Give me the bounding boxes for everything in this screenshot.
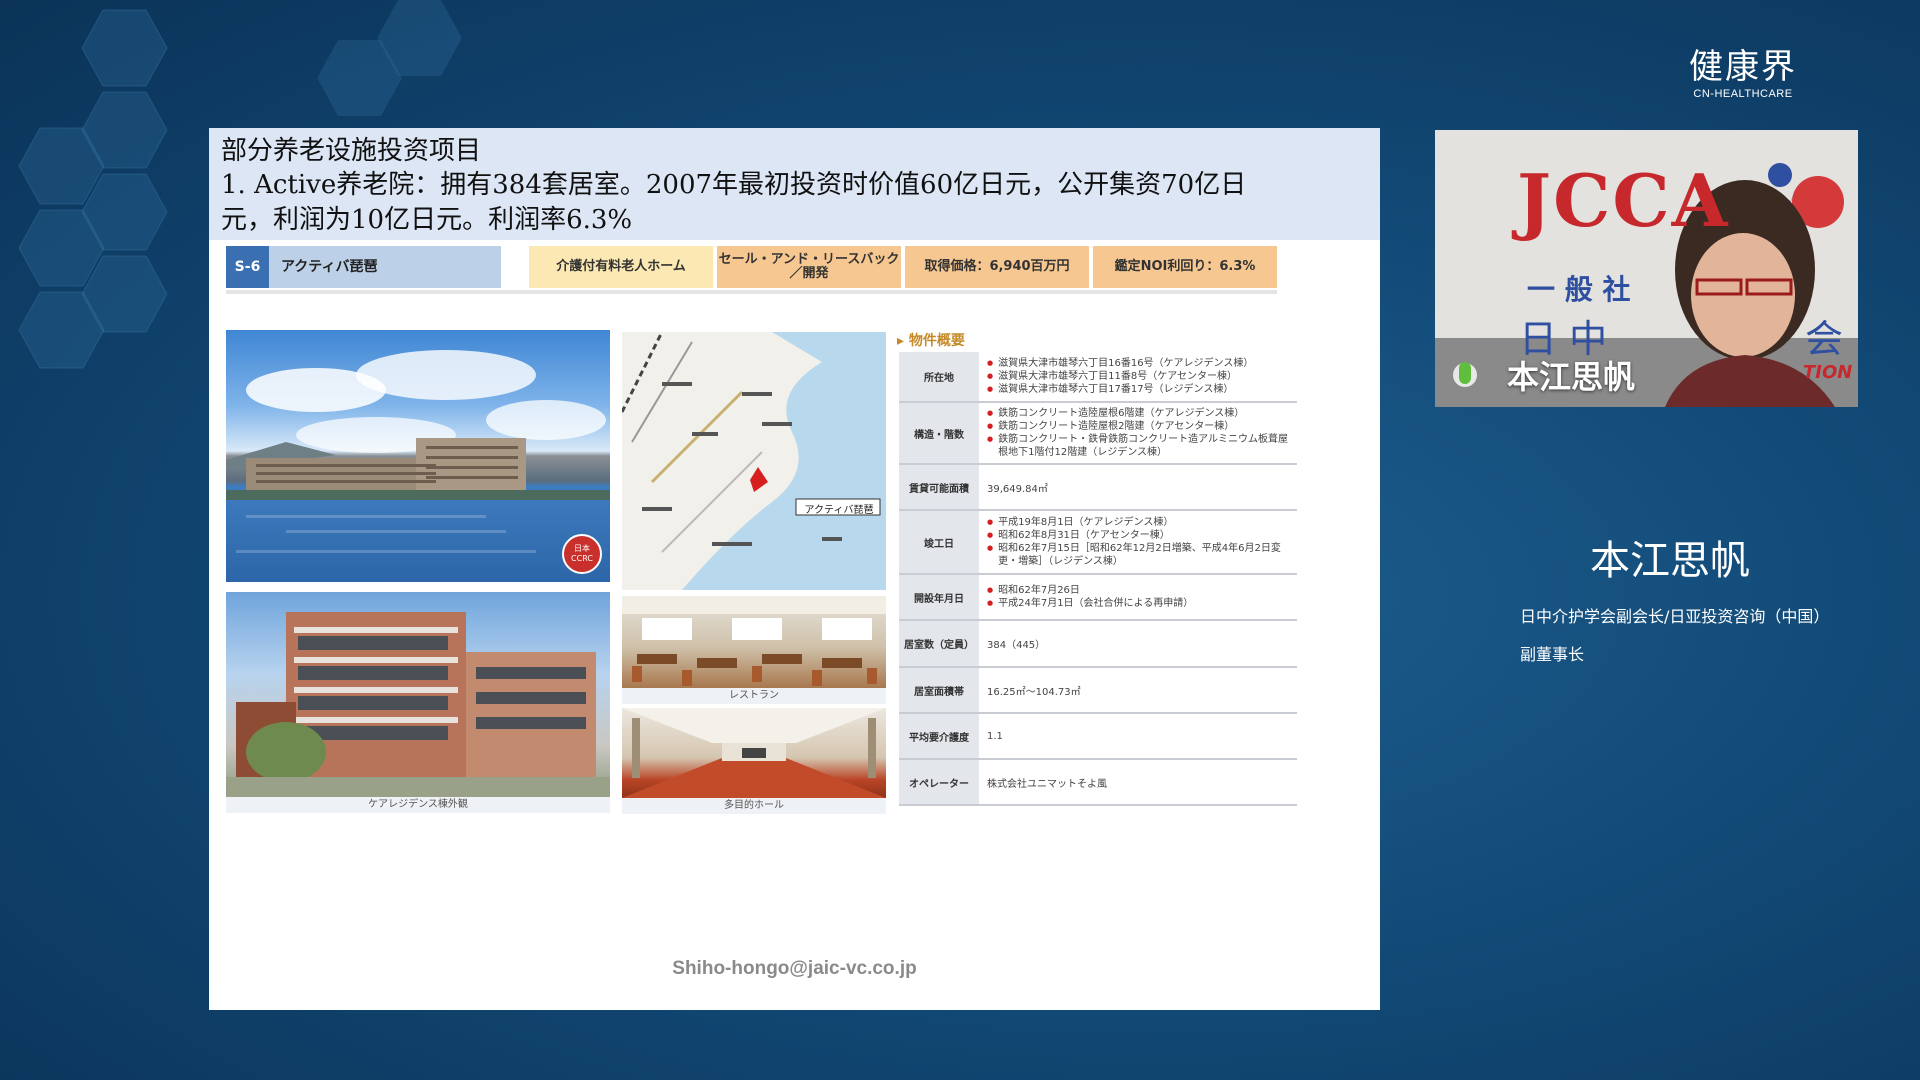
property-code-badge: S-6 <box>226 246 269 288</box>
brand-logo-en: CN-HEALTHCARE <box>1693 88 1793 100</box>
row-key: 居室面積帯 <box>899 668 979 712</box>
row-value: 39,649.84㎡ <box>979 465 1297 509</box>
row-text: 株式会社ユニマットそよ風 <box>987 778 1107 790</box>
table-row: 賃貸可能面積 39,649.84㎡ <box>899 465 1297 511</box>
speaker-name: 本江思帆 <box>1590 538 1750 584</box>
photo-multipurpose-hall-art <box>622 708 886 798</box>
brand-logo: 健康界 CN-HEALTHCARE <box>1668 48 1818 100</box>
row-value: 株式会社ユニマットそよ風 <box>979 760 1297 804</box>
table-row: 居室面積帯 16.25㎡～104.73㎡ <box>899 668 1297 714</box>
table-row: 開設年月日 昭和62年7月26日 平成24年7月1日（会社合併による再申請） <box>899 575 1297 621</box>
shared-slide: 部分养老设施投资项目 1. Active养老院：拥有384套居室。2007年最初… <box>209 128 1380 1010</box>
row-value: 1.1 <box>979 714 1297 758</box>
table-row: 構造・階数 鉄筋コンクリート造陸屋根6階建（ケアレジデンス棟） 鉄筋コンクリート… <box>899 403 1297 465</box>
row-bullet: 滋賀県大津市雄琴六丁目11番8号（ケアセンター棟） <box>987 370 1297 383</box>
property-summary-table: 所在地 滋賀県大津市雄琴六丁目16番16号（ケアレジデンス棟） 滋賀県大津市雄琴… <box>899 352 1297 806</box>
row-text: 16.25㎡～104.73㎡ <box>987 686 1081 698</box>
row-value: 滋賀県大津市雄琴六丁目16番16号（ケアレジデンス棟） 滋賀県大津市雄琴六丁目1… <box>979 352 1297 401</box>
row-bullet: 平成24年7月1日（会社合併による再申請） <box>987 597 1297 610</box>
photo-restaurant <box>622 596 886 688</box>
photo-lakeside-building-art <box>226 350 610 574</box>
photo-multipurpose-hall <box>622 708 886 798</box>
row-key: 居室数（定員） <box>899 621 979 666</box>
row-value: 384（445） <box>979 621 1297 666</box>
row-key: 構造・階数 <box>899 403 979 463</box>
photo-care-residence-art <box>226 612 610 797</box>
brand-logo-cn: 健康界 <box>1689 47 1797 87</box>
row-key: 所在地 <box>899 352 979 401</box>
table-row: 平均要介護度 1.1 <box>899 714 1297 760</box>
slide-text-line-1: 1. Active养老院：拥有384套居室。2007年最初投资时价值60亿日元，… <box>221 170 1247 200</box>
row-bullet: 昭和62年8月31日（ケアセンター棟） <box>987 529 1297 542</box>
row-bullet: 昭和62年7月15日［昭和62年12月2日増築、平成4年6月2日変更・増築］（レ… <box>987 542 1297 568</box>
photo-restaurant-art <box>622 596 886 686</box>
row-value: 昭和62年7月26日 平成24年7月1日（会社合併による再申請） <box>979 575 1297 619</box>
acquisition-type-chip: セール・アンド・リースバック／開発 <box>717 246 901 288</box>
ccrc-seal: 日本 CCRC <box>571 544 593 563</box>
contact-email: Shiho-hongo@jaic-vc.co.jp <box>672 958 917 979</box>
caption-building: ケアレジデンス棟外観 <box>226 797 610 813</box>
row-bullet: 平成19年8月1日（ケアレジデンス棟） <box>987 516 1297 529</box>
row-text: 39,649.84㎡ <box>987 483 1048 495</box>
location-map: アクティバ琵琶 <box>622 332 886 590</box>
speaker-title-line-1: 日中介护学会副会长/日亚投资咨询（中国） <box>1520 607 1830 626</box>
slide-heading: 部分养老设施投资项目 <box>221 136 482 166</box>
video-name-overlay: 本江思帆 <box>1507 358 1636 396</box>
row-bullet: 滋賀県大津市雄琴六丁目17番17号（レジデンス棟） <box>987 383 1297 396</box>
map-label: アクティバ琵琶 <box>804 505 874 516</box>
slide-header: 部分养老设施投资项目 1. Active养老院：拥有384套居室。2007年最初… <box>209 128 1380 240</box>
row-bullet: 鉄筋コンクリート造陸屋根2階建（ケアセンター棟） <box>987 420 1297 433</box>
property-type-chip: 介護付有料老人ホーム <box>529 246 713 288</box>
caption-restaurant: レストラン <box>622 688 886 704</box>
speaker-title: 日中介护学会副会长/日亚投资咨询（中国） 副董事长 <box>1520 598 1860 674</box>
property-summary-title: ▸ 物件概要 <box>897 333 965 349</box>
table-row: 居室数（定員） 384（445） <box>899 621 1297 668</box>
row-text: 1.1 <box>987 730 1003 742</box>
photo-lakeside-building: 日本 CCRC <box>226 330 610 582</box>
hexagon-decoration-top <box>318 0 462 116</box>
row-bullet: 滋賀県大津市雄琴六丁目16番16号（ケアレジデンス棟） <box>987 357 1297 370</box>
acquisition-price-chip: 取得価格：6,940百万円 <box>905 246 1089 288</box>
chip-divider <box>226 290 1277 294</box>
row-key: 平均要介護度 <box>899 714 979 758</box>
table-row: 所在地 滋賀県大津市雄琴六丁目16番16号（ケアレジデンス棟） 滋賀県大津市雄琴… <box>899 352 1297 403</box>
noi-yield-chip: 鑑定NOI利回り：6.3% <box>1093 246 1277 288</box>
row-text: 384（445） <box>987 640 1046 651</box>
photo-care-residence <box>226 592 610 797</box>
row-key: 竣工日 <box>899 511 979 573</box>
row-value: 鉄筋コンクリート造陸屋根6階建（ケアレジデンス棟） 鉄筋コンクリート造陸屋根2階… <box>979 403 1297 463</box>
location-map-art <box>622 332 886 590</box>
table-row: 竣工日 平成19年8月1日（ケアレジデンス棟） 昭和62年8月31日（ケアセンタ… <box>899 511 1297 575</box>
row-bullet: 鉄筋コンクリート・鉄骨鉄筋コンクリート造アルミニウム板葺屋根地下1階付12階建（… <box>987 433 1297 459</box>
property-name-badge: アクティバ琵琶 <box>269 246 501 288</box>
video-bg-text: 一 般 社 <box>1527 273 1631 306</box>
table-row: オペレーター 株式会社ユニマットそよ風 <box>899 760 1297 806</box>
row-bullet: 鉄筋コンクリート造陸屋根6階建（ケアレジデンス棟） <box>987 407 1297 420</box>
row-bullet: 昭和62年7月26日 <box>987 584 1297 597</box>
video-bg-text-3: 会 <box>1805 317 1844 361</box>
row-key: オペレーター <box>899 760 979 804</box>
row-value: 16.25㎡～104.73㎡ <box>979 668 1297 712</box>
video-bg-text-4: TION <box>1803 362 1853 383</box>
speaker-title-line-2: 副董事长 <box>1520 645 1585 664</box>
property-summary-title-text: 物件概要 <box>908 333 965 349</box>
caption-hall: 多目的ホール <box>622 798 886 814</box>
row-value: 平成19年8月1日（ケアレジデンス棟） 昭和62年8月31日（ケアセンター棟） … <box>979 511 1297 573</box>
slide-text-line-2: 元，利润为10亿日元。利润率6.3% <box>221 205 633 235</box>
row-key: 開設年月日 <box>899 575 979 619</box>
video-logo-text: JCCA <box>1517 158 1730 243</box>
speaker-video-feed: JCCA 一 般 社 日 中 会 TION 本江思帆 <box>1435 130 1858 407</box>
row-key: 賃貸可能面積 <box>899 465 979 509</box>
